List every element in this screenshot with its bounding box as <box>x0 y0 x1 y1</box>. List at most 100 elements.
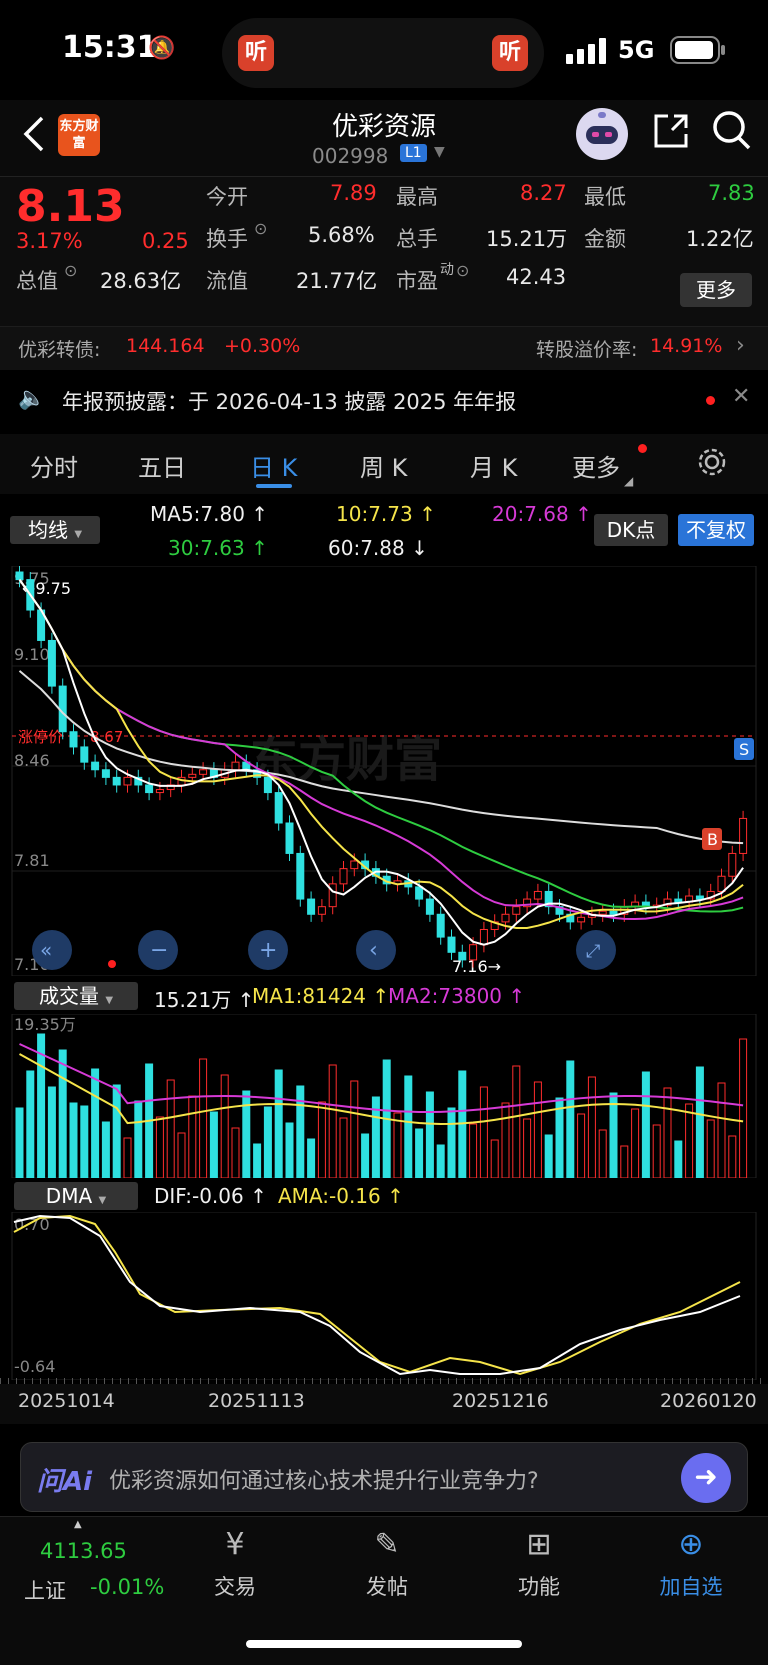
index-name[interactable]: 上证 <box>24 1575 66 1605</box>
nav-add-watchlist[interactable]: ⊕ 加自选 <box>616 1517 766 1601</box>
candle <box>307 898 316 915</box>
caret-down-icon[interactable]: ▼ <box>434 144 445 160</box>
candle <box>188 773 197 778</box>
home-indicator <box>246 1640 522 1648</box>
settings-gear-icon[interactable] <box>696 446 728 478</box>
network-label: 5G <box>618 36 655 64</box>
volume-bar <box>58 1049 67 1178</box>
no-adjust-button[interactable]: 不复权 <box>678 514 754 546</box>
convertible-bond-row[interactable]: 优彩转债: 144.164 +0.30% 转股溢价率: 14.91% › <box>0 326 768 370</box>
search-icon[interactable] <box>712 110 752 152</box>
svg-text:−: − <box>150 938 168 963</box>
tab-weekly-k[interactable]: 周 K <box>360 448 407 483</box>
dma-indicator-selector[interactable]: DMA ▼ <box>14 1182 138 1210</box>
premium-value: 14.91% <box>650 335 723 357</box>
ma30-value: 30:7.63 ↑ <box>168 536 268 560</box>
kline-chart[interactable]: 东方财富 9.75 9.10 8.46 7.81 7.16 涨停价 8.67 ←… <box>0 566 768 976</box>
nav-function[interactable]: ⊞ 功能 <box>464 1517 614 1601</box>
status-bar: 15:31 🔕 听 听 5G <box>0 0 768 100</box>
high-value: 8.27 <box>520 181 567 205</box>
date-label-3: 20251216 <box>452 1390 549 1412</box>
index-value[interactable]: 4113.65 <box>40 1539 127 1563</box>
index-change[interactable]: -0.01% <box>90 1575 164 1599</box>
dma-selector-label: DMA <box>45 1184 93 1208</box>
volume-bar <box>328 1064 337 1178</box>
candle <box>436 913 445 938</box>
turnover-label: 换手 <box>206 227 248 251</box>
volume-bar <box>674 1140 683 1178</box>
current-price: 8.13 <box>16 181 125 232</box>
svg-text:⤢: ⤢ <box>586 941 601 962</box>
volume-bar <box>706 1119 715 1178</box>
notice-dot <box>706 396 715 405</box>
volume-bar <box>47 1086 56 1178</box>
volume-bar <box>685 1103 694 1178</box>
candle <box>479 928 488 946</box>
tab-monthly-k[interactable]: 月 K <box>470 448 517 483</box>
volume-bar <box>231 1127 240 1178</box>
volume-bar <box>112 1084 121 1178</box>
high-label: 最高 <box>396 185 438 209</box>
dma-bottom-label: -0.64 <box>14 1357 55 1376</box>
arrow-right-icon[interactable]: ➜ <box>681 1453 731 1503</box>
candle <box>512 906 521 915</box>
svg-text:«: « <box>40 938 52 962</box>
bond-change: +0.30% <box>224 335 301 357</box>
candle <box>598 910 607 915</box>
volume-bar <box>69 1102 78 1178</box>
volume-bar <box>188 1095 197 1178</box>
candle <box>285 822 294 854</box>
notice-row[interactable]: 🔈 年报预披露：于 2026-04-13 披露 2025 年年报 ✕ <box>0 370 768 432</box>
info-icon[interactable]: ⊙ <box>64 261 77 280</box>
candle <box>674 898 683 903</box>
bond-price: 144.164 <box>126 335 205 357</box>
ma-selector[interactable]: 均线 ▼ <box>10 516 100 544</box>
volume-bar <box>717 1082 726 1178</box>
tab-five-day[interactable]: 五日 <box>138 448 186 483</box>
volume-bar <box>80 1105 89 1178</box>
signal-icon <box>566 38 606 64</box>
date-label-4: 20260120 <box>660 1390 757 1412</box>
volume-bar <box>447 1107 456 1178</box>
dma-ama: AMA:-0.16 ↑ <box>278 1184 404 1208</box>
tab-intraday[interactable]: 分时 <box>30 448 78 483</box>
close-icon[interactable]: ✕ <box>732 384 750 409</box>
robot-avatar-icon[interactable] <box>574 106 630 162</box>
float-label: 流值 <box>206 269 248 293</box>
level-badge[interactable]: L1 <box>400 144 427 162</box>
nav-trade[interactable]: ¥ 交易 <box>160 1517 310 1601</box>
candle <box>47 639 56 687</box>
ma10-value: 10:7.73 ↑ <box>336 502 436 526</box>
nav-post[interactable]: ✎ 发帖 <box>312 1517 462 1601</box>
volume-bar <box>166 1079 175 1178</box>
tab-underline <box>256 484 292 488</box>
candle <box>112 776 121 786</box>
volume-bar <box>199 1058 208 1178</box>
bond-label: 优彩转债: <box>18 339 101 361</box>
date-label-2: 20251113 <box>208 1390 305 1412</box>
tab-daily-k[interactable]: 日 K <box>250 448 297 483</box>
dk-point-button[interactable]: DK点 <box>594 514 668 546</box>
ai-prompt-text: 优彩资源如何通过核心技术提升行业竞争力? <box>109 1469 539 1494</box>
stock-header: 东方财富 优彩资源 002998 L1 ▼ <box>0 100 768 176</box>
volume-bar <box>123 1137 132 1178</box>
candle <box>15 571 24 581</box>
more-button[interactable]: 更多 <box>680 273 752 307</box>
info-icon[interactable]: ⊙ <box>254 219 267 238</box>
listen-app-icon: 听 <box>238 35 274 71</box>
svg-text:‹: ‹ <box>369 938 378 963</box>
info-icon[interactable]: ⊙ <box>456 261 469 280</box>
volume-bar <box>263 1106 272 1178</box>
volume-bar <box>523 1118 532 1178</box>
tab-more[interactable]: 更多 <box>572 448 620 483</box>
ai-question-bar[interactable]: 问Ai 优彩资源如何通过核心技术提升行业竞争力? ➜ <box>20 1442 748 1512</box>
dma-dif: DIF:-0.06 ↑ <box>154 1184 267 1208</box>
volume-indicator-selector[interactable]: 成交量 ▼ <box>14 982 138 1010</box>
share-icon[interactable] <box>652 112 690 150</box>
candle <box>80 746 89 763</box>
ma60-value: 60:7.88 ↓ <box>328 536 428 560</box>
volume-bar <box>134 1100 143 1178</box>
volume-bar <box>177 1132 186 1178</box>
caret-down-icon: ▼ <box>74 529 83 540</box>
volume-bar <box>15 1107 24 1178</box>
